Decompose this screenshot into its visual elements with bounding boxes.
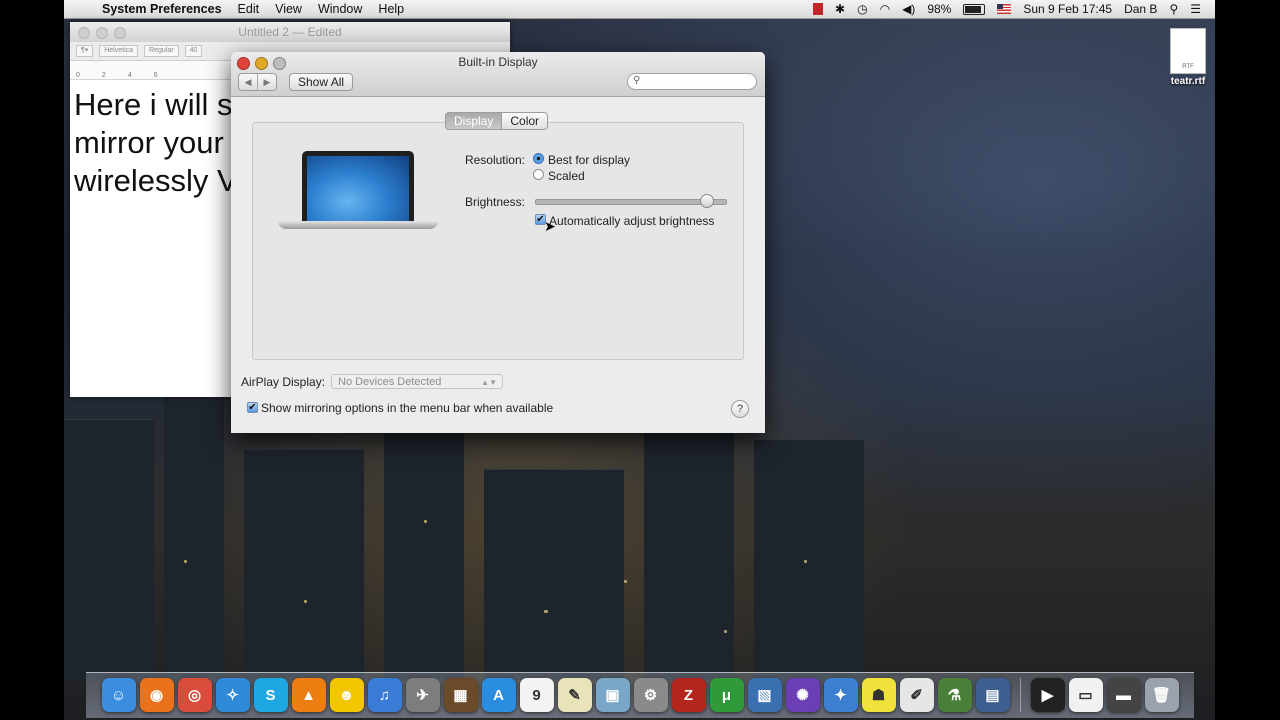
menu-bar: System Preferences Edit View Window Help… xyxy=(64,0,1215,19)
dock-app-store-icon[interactable]: A xyxy=(481,678,516,712)
resolution-scaled-label[interactable]: Scaled xyxy=(548,169,585,183)
tab-bar: Display Color xyxy=(445,112,549,130)
dock-safari-icon[interactable]: ✧ xyxy=(215,678,250,712)
mouse-cursor-icon: ➤ xyxy=(544,218,556,234)
close-button[interactable] xyxy=(78,27,90,39)
back-arrow-icon[interactable]: ◀ xyxy=(239,74,257,90)
dock-app-6-icon[interactable]: ▬ xyxy=(1106,678,1141,712)
resolution-best-radio[interactable] xyxy=(533,153,544,164)
resolution-scaled-radio[interactable] xyxy=(533,169,544,180)
search-input[interactable]: ⚲ xyxy=(627,73,757,90)
notification-center-icon[interactable]: ☰ xyxy=(1190,2,1201,16)
brightness-slider-knob[interactable] xyxy=(700,194,714,208)
font-style-select[interactable]: Regular xyxy=(144,45,179,57)
system-preferences-window: Built-in Display ◀ ▶ Show All ⚲ Resoluti… xyxy=(231,52,765,433)
dock-textedit-icon[interactable]: ✐ xyxy=(899,678,934,712)
dock-document-icon[interactable]: ▭ xyxy=(1068,678,1103,712)
brightness-slider[interactable] xyxy=(535,199,727,205)
file-badge: RTF xyxy=(1182,64,1194,70)
dock: ☺ ◉ ◎ ✧ S ▲ ☻ ♫ ✈ ▦ A 9 ✎ ▣ ⚙ Zμ ▧ ✺ ✦ ☗ ✐ ⚗ ▤ ▶ ▭ ▬ 🗑 xyxy=(86,672,1194,718)
help-button[interactable]: ? xyxy=(731,400,749,418)
menu-app-name[interactable]: System Preferences xyxy=(94,2,230,16)
dock-app-3-icon[interactable]: ☗ xyxy=(861,678,896,712)
airplay-label: AirPlay Display: xyxy=(241,375,326,389)
dock-calendar-icon[interactable]: 9 xyxy=(519,678,554,712)
mirroring-label[interactable]: Show mirroring options in the menu bar w… xyxy=(261,401,553,415)
dock-image-capture-icon[interactable]: ▧ xyxy=(747,678,782,712)
input-source-flag-icon[interactable] xyxy=(997,4,1012,14)
user-name[interactable]: Dan B xyxy=(1124,2,1157,16)
dock-filezilla-icon[interactable]: Z xyxy=(671,678,706,712)
font-family-select[interactable]: Helvetica xyxy=(99,45,139,57)
dock-separator xyxy=(1019,678,1021,712)
dock-photo-booth-icon[interactable]: ▦ xyxy=(443,678,478,712)
battery-icon[interactable] xyxy=(963,3,986,15)
back-forward-control: ◀ ▶ xyxy=(238,73,277,91)
chevron-updown-icon: ▲▼ xyxy=(481,378,497,387)
dock-itunes-icon[interactable]: ♫ xyxy=(367,678,402,712)
prefs-titlebar: Built-in Display ◀ ▶ Show All ⚲ xyxy=(231,52,765,97)
dock-firefox-icon[interactable]: ◉ xyxy=(139,678,174,712)
dock-utorrent-icon[interactable]: μ xyxy=(709,678,744,712)
menu-edit[interactable]: Edit xyxy=(230,2,268,16)
bluetooth-icon[interactable]: ✱ xyxy=(835,2,845,16)
dock-vlc-icon[interactable]: ▲ xyxy=(291,678,326,712)
dock-system-preferences-icon[interactable]: ⚙ xyxy=(633,678,668,712)
dock-app-4-icon[interactable]: ⚗ xyxy=(937,678,972,712)
mirroring-checkbox[interactable]: ✔ xyxy=(247,402,258,413)
resolution-best-label[interactable]: Best for display xyxy=(548,153,630,167)
dock-launchpad-icon[interactable]: ✈ xyxy=(405,678,440,712)
brightness-label: Brightness: xyxy=(464,195,525,209)
dock-app-2-icon[interactable]: ✦ xyxy=(823,678,858,712)
volume-icon[interactable]: ◀) xyxy=(902,2,915,16)
time-machine-icon[interactable]: ◷ xyxy=(857,2,867,16)
textedit-titlebar: Untitled 2 — Edited xyxy=(70,22,510,42)
show-all-button[interactable]: Show All xyxy=(289,73,354,91)
resolution-label: Resolution: xyxy=(464,153,525,167)
textedit-title: Untitled 2 xyxy=(238,25,289,39)
textedit-edited: — Edited xyxy=(292,25,342,39)
tab-color[interactable]: Color xyxy=(502,112,549,130)
dock-skype-icon[interactable]: S xyxy=(253,678,288,712)
dock-trash-icon[interactable]: 🗑 xyxy=(1144,678,1179,712)
dock-adium-icon[interactable]: ☻ xyxy=(329,678,364,712)
dock-preview-icon[interactable]: ▣ xyxy=(595,678,630,712)
battery-percent[interactable]: 98% xyxy=(927,2,951,16)
status-app-icon[interactable] xyxy=(813,3,824,15)
paragraph-style-select[interactable]: ¶▾ xyxy=(76,45,94,57)
clock[interactable]: Sun 9 Feb 17:45 xyxy=(1023,2,1112,16)
dock-divx-icon[interactable]: ▶ xyxy=(1030,678,1065,712)
window-title: Built-in Display xyxy=(458,55,538,69)
auto-brightness-label[interactable]: Automatically adjust brightness xyxy=(549,214,714,228)
font-size-select[interactable]: 40 xyxy=(184,45,203,57)
dock-notes-icon[interactable]: ✎ xyxy=(557,678,592,712)
search-icon: ⚲ xyxy=(633,75,641,86)
file-name: teatr.rtf xyxy=(1170,76,1206,87)
tab-display[interactable]: Display xyxy=(445,112,503,130)
desktop-file[interactable]: RTF teatr.rtf xyxy=(1168,28,1208,87)
spotlight-search-icon[interactable]: ⚲ xyxy=(1169,2,1178,16)
dock-finder-icon[interactable]: ☺ xyxy=(101,678,136,712)
dock-app-1-icon[interactable]: ✺ xyxy=(785,678,820,712)
menu-window[interactable]: Window xyxy=(310,2,370,16)
dock-chrome-icon[interactable]: ◎ xyxy=(177,678,212,712)
zoom-button[interactable] xyxy=(114,27,126,39)
display-settings-panel: Resolution: Best for display Scaled Brig… xyxy=(252,122,744,360)
menu-view[interactable]: View xyxy=(267,2,310,16)
airplay-value: No Devices Detected xyxy=(338,376,442,388)
menu-help[interactable]: Help xyxy=(370,2,412,16)
macbook-air-image xyxy=(278,151,438,229)
minimize-button[interactable] xyxy=(96,27,108,39)
forward-arrow-icon[interactable]: ▶ xyxy=(257,74,276,90)
airplay-display-select[interactable]: No Devices Detected ▲▼ xyxy=(331,374,503,389)
dock-app-5-icon[interactable]: ▤ xyxy=(975,678,1010,712)
rtf-file-icon: RTF xyxy=(1170,28,1206,74)
wifi-icon[interactable]: ◠ xyxy=(880,2,890,16)
